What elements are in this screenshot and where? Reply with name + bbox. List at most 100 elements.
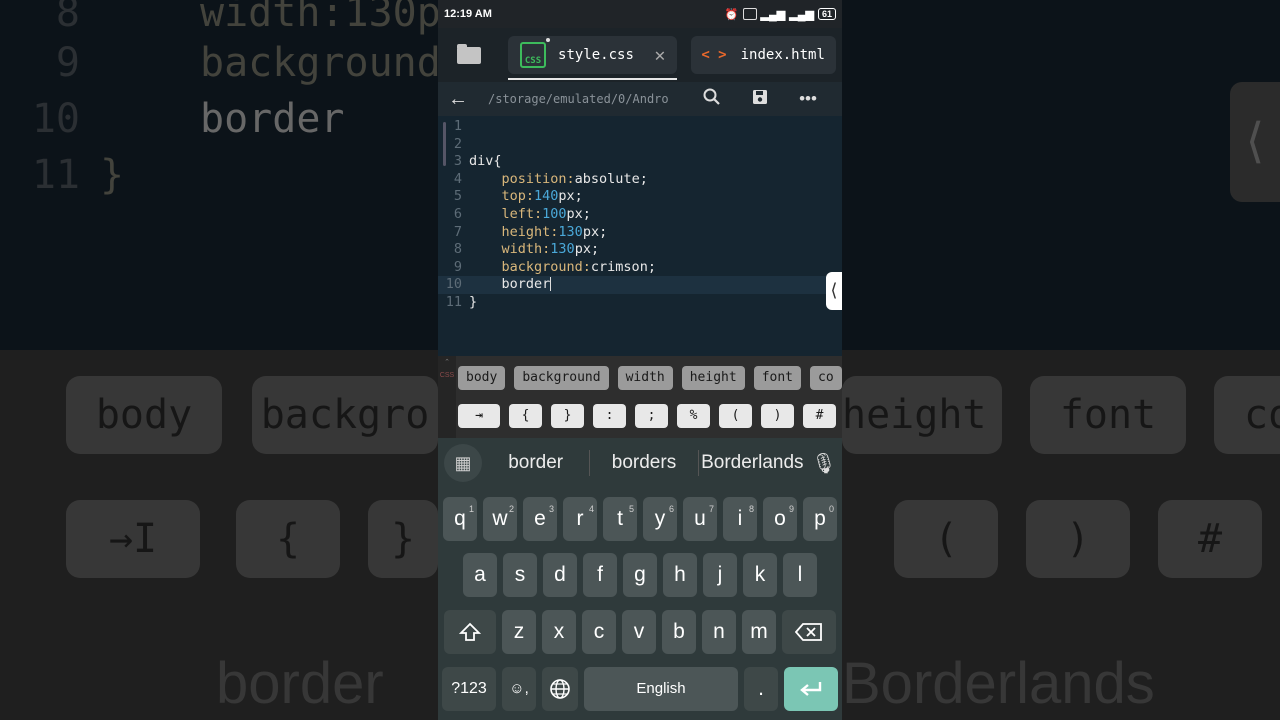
sym-close-brace[interactable]: } <box>551 404 584 428</box>
key-m[interactable]: m <box>742 610 776 654</box>
css-number: 130 <box>558 223 583 240</box>
key-c[interactable]: c <box>582 610 616 654</box>
signal-icon: ▂▄▆ <box>760 8 786 21</box>
key-y[interactable]: 6y <box>643 497 677 541</box>
battery-icon: 61 <box>817 8 836 20</box>
line-number: 8 <box>453 241 462 258</box>
key-w[interactable]: 2w <box>483 497 517 541</box>
key-v[interactable]: v <box>622 610 656 654</box>
key-r[interactable]: 4r <box>563 497 597 541</box>
css-unit: px; <box>566 206 591 222</box>
key-s[interactable]: s <box>503 553 537 597</box>
microphone-icon[interactable]: 🎙 <box>806 451 842 476</box>
code-line: 9 background:crimson; <box>438 259 842 277</box>
save-icon[interactable] <box>736 89 784 110</box>
key-x[interactable]: x <box>542 610 576 654</box>
key-d[interactable]: d <box>543 553 577 597</box>
chip-co[interactable]: co <box>810 366 842 390</box>
tab-index-html[interactable]: < > index.html <box>691 36 836 74</box>
key-q[interactable]: 1q <box>443 497 477 541</box>
key-u[interactable]: 7u <box>683 497 717 541</box>
numbers-key[interactable]: ?123 <box>442 667 496 711</box>
code-text: } <box>469 294 478 310</box>
period-key[interactable]: . <box>744 667 778 711</box>
sym-close-paren[interactable]: ) <box>761 404 794 428</box>
key-hint: 2 <box>508 504 514 514</box>
sym-semicolon[interactable]: ; <box>635 404 668 428</box>
backspace-key[interactable] <box>782 610 836 654</box>
key-a[interactable]: a <box>463 553 497 597</box>
sym-hash[interactable]: # <box>803 404 836 428</box>
line-number: 3 <box>453 153 462 170</box>
code-text: div{ <box>469 153 502 170</box>
emoji-key[interactable]: ☺, <box>502 667 536 711</box>
apps-grid-icon[interactable]: ▦ <box>444 444 482 482</box>
folder-button[interactable] <box>444 35 494 75</box>
more-options-icon[interactable]: ••• <box>784 89 832 109</box>
key-label: r <box>576 507 584 530</box>
css-property: top: <box>501 188 535 205</box>
code-text: border <box>501 276 551 293</box>
side-panel-handle[interactable]: ⟨ <box>826 272 842 310</box>
soft-keyboard: ▦ border borders Borderlands 🎙 1q 2w 3e … <box>438 438 842 720</box>
key-g[interactable]: g <box>623 553 657 597</box>
key-i[interactable]: 8i <box>723 497 757 541</box>
key-e[interactable]: 3e <box>523 497 557 541</box>
line-number: 4 <box>453 170 462 187</box>
enter-key[interactable] <box>784 667 838 711</box>
key-f[interactable]: f <box>583 553 617 597</box>
tab-key[interactable]: ⇥ <box>458 404 500 428</box>
suggestion-item[interactable]: Borderlands <box>699 452 806 474</box>
key-o[interactable]: 9o <box>763 497 797 541</box>
line-number: 7 <box>453 223 462 240</box>
back-arrow-icon[interactable]: ← <box>448 88 488 111</box>
status-time: 12:19 AM <box>444 8 492 20</box>
key-p[interactable]: 0p <box>803 497 837 541</box>
path-toolbar: ← /storage/emulated/0/Andro ••• <box>438 82 842 116</box>
code-editor[interactable]: 1 2 3 div{ 4 position:absolute; 5 top:140… <box>438 116 842 356</box>
chip-body[interactable]: body <box>458 366 506 390</box>
tab-style-css[interactable]: CSS style.css ✕ <box>508 36 678 80</box>
sym-open-paren[interactable]: ( <box>719 404 752 428</box>
suggestion-item[interactable]: border <box>482 452 589 474</box>
key-label: t <box>617 507 623 530</box>
key-b[interactable]: b <box>662 610 696 654</box>
code-line: 5 top:140px; <box>438 188 842 206</box>
key-h[interactable]: h <box>663 553 697 597</box>
code-line: 6 left:100px; <box>438 206 842 224</box>
key-label: o <box>774 507 786 530</box>
chip-background[interactable]: background <box>514 366 609 390</box>
key-l[interactable]: l <box>783 553 817 597</box>
key-z[interactable]: z <box>502 610 536 654</box>
chip-font[interactable]: font <box>753 366 802 390</box>
key-k[interactable]: k <box>743 553 777 597</box>
shift-key[interactable] <box>444 610 496 654</box>
sym-open-brace[interactable]: { <box>509 404 542 428</box>
symbol-row: ⇥ { } : ; % ( ) # <box>458 404 836 428</box>
suggestion-item[interactable]: borders <box>590 452 697 474</box>
line-number: 11 <box>445 294 462 310</box>
css-unit: px; <box>582 223 608 240</box>
space-bar[interactable]: English <box>584 667 738 711</box>
chip-height[interactable]: height <box>681 366 745 390</box>
key-hint: 7 <box>708 504 714 514</box>
key-j[interactable]: j <box>703 553 737 597</box>
close-tab-icon[interactable]: ✕ <box>654 45 665 66</box>
chip-width[interactable]: width <box>617 366 673 390</box>
key-hint: 8 <box>748 504 754 514</box>
key-hint: 9 <box>788 504 794 514</box>
code-line: 7 height:130px; <box>438 224 842 242</box>
key-label: e <box>534 507 546 530</box>
globe-key[interactable] <box>542 667 578 711</box>
key-t[interactable]: 5t <box>603 497 637 541</box>
key-label: y <box>654 507 666 530</box>
css-side-text: CSS <box>439 372 455 379</box>
key-label: q <box>454 507 466 530</box>
sym-colon[interactable]: : <box>593 404 626 428</box>
sym-percent[interactable]: % <box>677 404 710 428</box>
css-property: height: <box>501 223 559 240</box>
search-icon[interactable] <box>688 88 736 111</box>
key-hint: 3 <box>548 504 554 514</box>
code-line: 11} <box>438 294 842 312</box>
key-n[interactable]: n <box>702 610 736 654</box>
